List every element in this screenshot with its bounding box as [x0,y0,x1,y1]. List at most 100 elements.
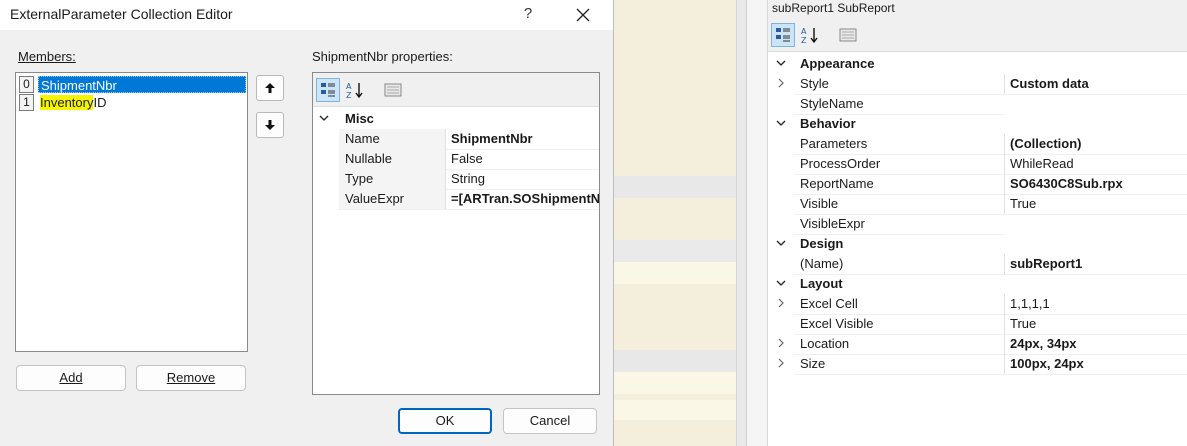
alphabetical-button[interactable]: AZ [343,78,367,102]
property-name: Size [794,354,1004,375]
property-value[interactable]: 24px, 34px [1004,334,1187,355]
collection-editor-dialog: ExternalParameter Collection Editor ? Me… [0,0,614,446]
categorized-button[interactable] [771,23,795,47]
move-up-button[interactable] [256,75,284,101]
cancel-button[interactable]: Cancel [503,408,597,434]
property-value[interactable]: (Collection) [1004,134,1187,155]
grid-row[interactable]: Parameters (Collection) [768,134,1187,155]
property-name: ProcessOrder [794,154,1004,175]
grid-row[interactable]: VisibleExpr [768,214,1187,235]
property-name: Nullable [339,149,445,170]
property-value[interactable]: SO6430C8Sub.rpx [1004,174,1187,195]
arrow-up-icon [265,83,275,93]
member-name: InventoryID [38,94,108,111]
categorized-button[interactable] [316,78,340,102]
grid-row[interactable]: ReportName SO6430C8Sub.rpx [768,174,1187,195]
members-list[interactable]: 0 ShipmentNbr 1 InventoryID [15,72,248,352]
chevron-right-icon [778,298,784,308]
property-name: StyleName [794,94,1004,115]
grid-row[interactable]: Excel Visible True [768,314,1187,335]
property-value[interactable]: subReport1 [1004,254,1187,275]
property-value[interactable]: ShipmentNbr [445,129,599,150]
expand-toggle[interactable] [776,334,788,354]
category-label: Appearance [800,56,875,71]
grid-category[interactable]: Design [768,234,1187,254]
grid-row[interactable]: Location 24px, 34px [768,334,1187,355]
property-name: Excel Cell [794,294,1004,315]
property-value[interactable]: =[ARTran.SOShipmentNbr] [445,189,599,210]
selected-object-title[interactable]: subReport1 SubReport [768,0,1187,18]
property-value[interactable] [1004,214,1187,215]
grid-row[interactable]: Size 100px, 24px [768,354,1187,375]
chevron-down-icon [776,60,786,66]
report-designer-background [614,0,750,446]
list-item[interactable]: 0 ShipmentNbr [19,76,246,93]
member-name-rest: ID [93,95,107,110]
grid-category[interactable]: Layout [768,274,1187,294]
expand-toggle[interactable] [776,74,788,94]
add-button[interactable]: Add [16,365,126,391]
grid-row[interactable]: Excel Cell 1,1,1,1 [768,294,1187,315]
grid-row[interactable]: Name ShipmentNbr [313,129,599,150]
grid-row[interactable]: StyleName [768,94,1187,115]
designer-band [614,400,738,420]
grid-row[interactable]: (Name) subReport1 [768,254,1187,275]
property-name: Style [794,74,1004,95]
remove-button-label: Remove [166,370,216,385]
ok-button[interactable]: OK [398,408,492,434]
grid-category[interactable]: Appearance [768,54,1187,74]
dialog-title: ExternalParameter Collection Editor [10,6,233,22]
grid-row[interactable]: Type String [313,169,599,190]
grid-row[interactable]: ValueExpr =[ARTran.SOShipmentNbr] [313,189,599,210]
category-label: Behavior [800,116,856,131]
grid-row[interactable]: ProcessOrder WhileRead [768,154,1187,175]
property-name: Type [339,169,445,190]
grid-row[interactable]: Nullable False [313,149,599,170]
property-name: VisibleExpr [794,214,1004,235]
property-pages-button[interactable] [381,78,405,102]
expand-toggle[interactable] [776,354,788,374]
property-value[interactable]: String [445,169,599,190]
close-icon [576,8,590,22]
add-button-label: Add [59,370,83,385]
designer-scrollbar[interactable] [736,0,746,446]
property-name: Parameters [794,134,1004,155]
dialog-titlebar[interactable]: ExternalParameter Collection Editor ? [0,0,613,30]
expand-toggle[interactable] [776,294,788,314]
property-value[interactable]: True [1004,314,1187,335]
properties-toolbar: AZ [768,18,1187,52]
property-grid: AZ Misc Name ShipmentNbr Nullable False [312,72,600,395]
alphabetical-button[interactable]: AZ [798,23,822,47]
property-value[interactable]: 100px, 24px [1004,354,1187,375]
property-value[interactable]: Custom data [1004,74,1187,95]
property-value[interactable]: WhileRead [1004,154,1187,175]
members-label-text: Members: [18,49,76,64]
designer-band [614,262,738,284]
list-item[interactable]: 1 InventoryID [19,94,246,111]
chevron-right-icon [778,338,784,348]
property-name: ValueExpr [339,189,445,210]
grid-category[interactable]: Behavior [768,114,1187,134]
help-button[interactable]: ? [516,2,540,26]
search-highlight: Inventory [40,95,94,110]
remove-button[interactable]: Remove [136,365,246,391]
grid-category[interactable]: Misc [313,109,599,129]
categorized-icon [776,28,790,42]
member-index: 0 [19,76,34,93]
category-label: Design [800,236,844,251]
property-pages-button[interactable] [836,23,860,47]
property-value[interactable]: True [1004,194,1187,215]
sort-alphabetical-icon: AZ [346,82,363,99]
designer-band [614,350,738,372]
grid-row[interactable]: Visible True [768,194,1187,215]
panel-splitter[interactable] [746,0,768,446]
property-value[interactable]: False [445,149,599,170]
arrow-down-icon [265,120,275,130]
close-button[interactable] [568,2,598,26]
move-down-button[interactable] [256,112,284,138]
property-name: Name [339,129,445,150]
grid-row[interactable]: Style Custom data [768,74,1187,95]
property-value[interactable] [1004,94,1187,95]
property-value[interactable]: 1,1,1,1 [1004,294,1187,315]
svg-text:Z: Z [801,36,807,44]
